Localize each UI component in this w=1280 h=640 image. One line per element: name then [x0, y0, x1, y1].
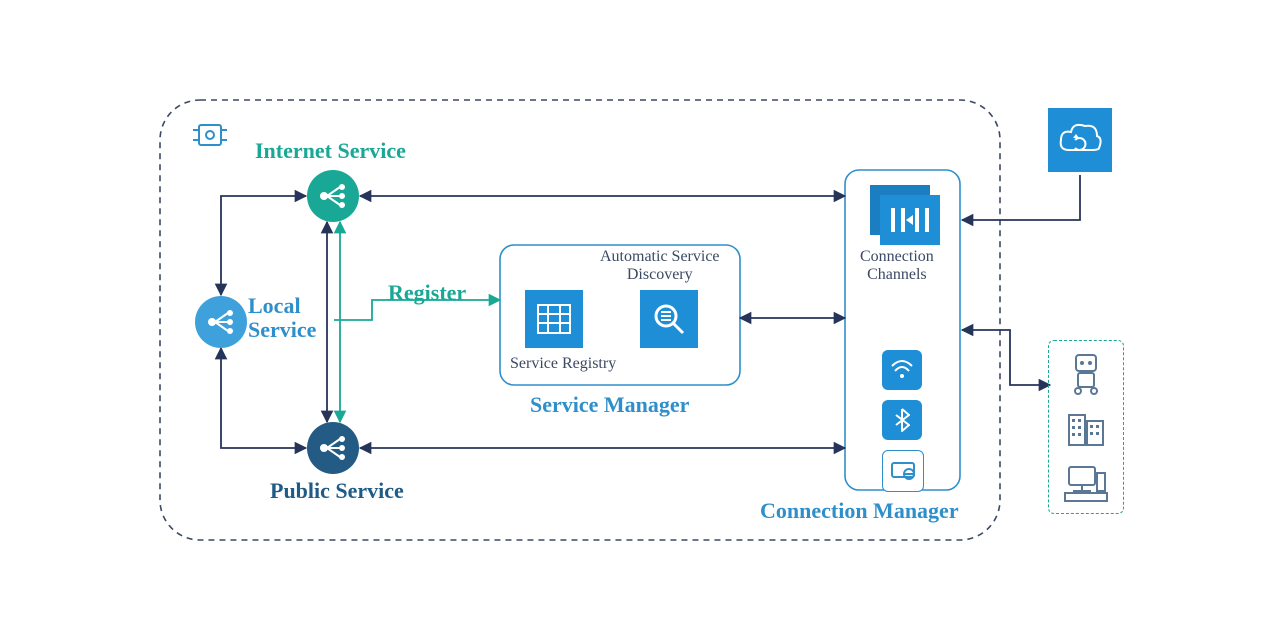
public-service-label: Public Service	[270, 478, 404, 504]
public-service-node	[307, 422, 359, 474]
robot-icon	[1066, 351, 1106, 395]
internet-service-label: Internet Service	[255, 138, 406, 164]
building-icon	[1065, 409, 1107, 449]
lan-icon	[882, 450, 924, 492]
service-manager-label: Service Manager	[530, 392, 689, 418]
internet-service-node	[307, 170, 359, 222]
chip-icon	[190, 115, 230, 155]
connection-manager-label: Connection Manager	[760, 498, 959, 524]
edge-local-public	[221, 348, 306, 448]
register-label: Register	[388, 280, 466, 306]
workstation-icon	[1063, 463, 1109, 503]
auto-discovery-label: Automatic Service Discovery	[600, 248, 720, 284]
local-service-node	[195, 296, 247, 348]
bluetooth-icon	[882, 400, 922, 440]
wifi-icon	[882, 350, 922, 390]
edge-local-internet	[221, 196, 306, 295]
discovery-icon	[640, 290, 698, 348]
connection-channels-label: Connection Channels	[860, 248, 934, 284]
edge-cloud-cm	[962, 175, 1080, 220]
edge-devices-cm	[962, 330, 1050, 385]
service-registry-label: Service Registry	[510, 355, 616, 373]
cloud-sync-icon	[1048, 108, 1112, 172]
channels-icon	[880, 195, 940, 245]
local-service-label: Local Service	[248, 294, 316, 342]
service-registry-icon	[525, 290, 583, 348]
device-stack	[1048, 340, 1124, 514]
